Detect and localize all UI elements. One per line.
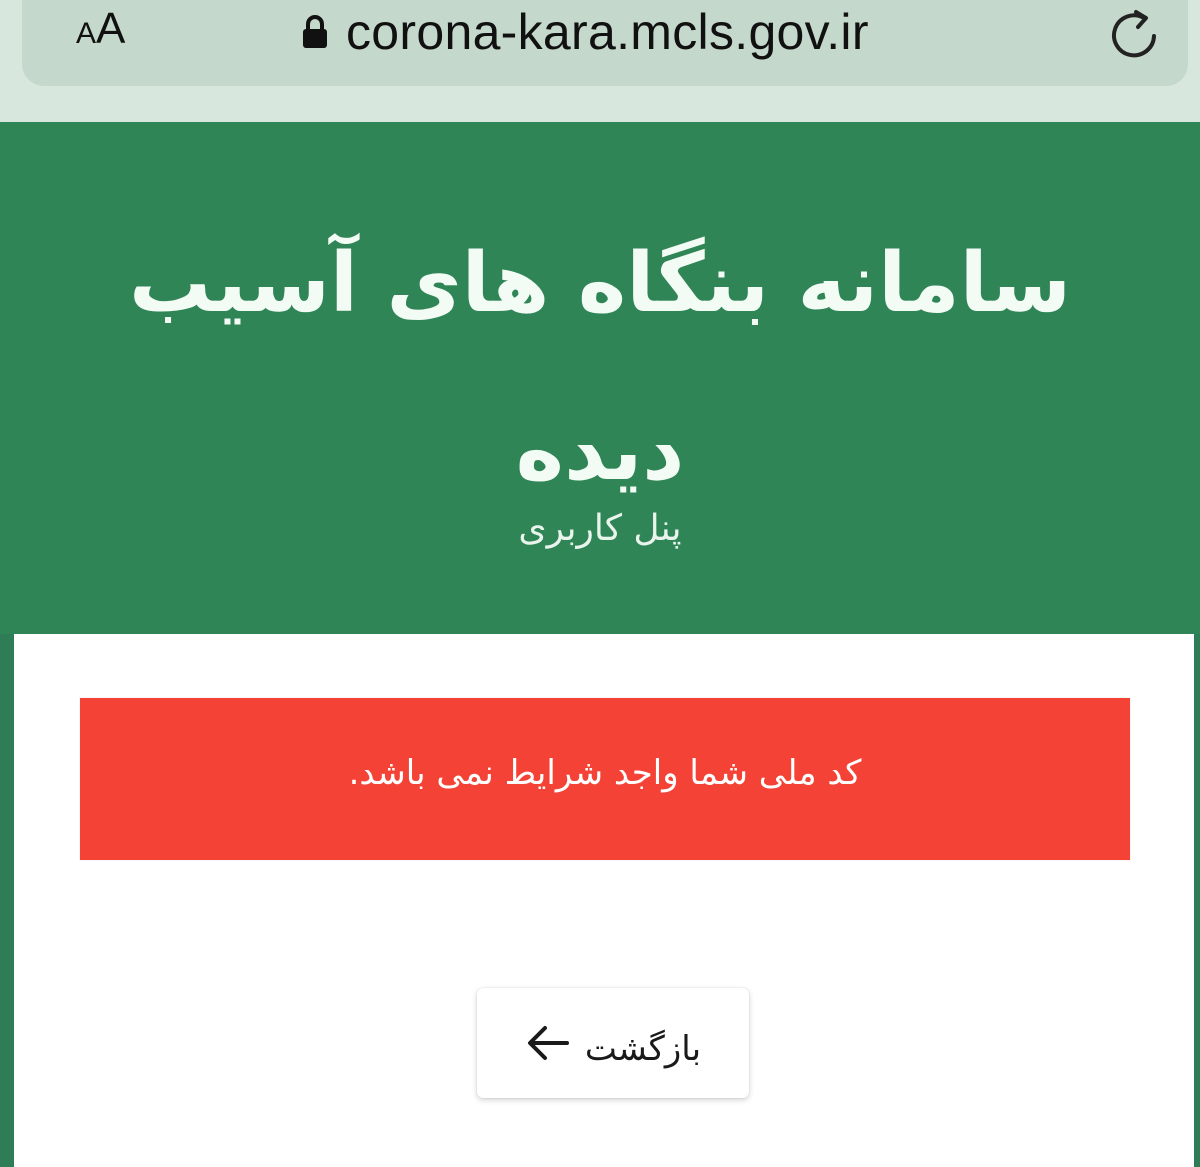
address-bar[interactable]: A A corona-kara.mcls.gov.ir <box>22 0 1188 86</box>
error-alert: کد ملی شما واجد شرایط نمی باشد. <box>80 698 1130 860</box>
text-size-button[interactable]: A A <box>76 4 125 60</box>
content-panel: کد ملی شما واجد شرایط نمی باشد. بازگشت <box>14 634 1194 1167</box>
url-display[interactable]: corona-kara.mcls.gov.ir <box>300 0 869 64</box>
site-header: سامانه بنگاه های آسیب دیده پنل کاربری <box>0 122 1200 634</box>
error-message: کد ملی شما واجد شرایط نمی باشد. <box>348 753 862 793</box>
arrow-left-icon <box>527 1026 569 1060</box>
text-size-small-glyph: A <box>76 17 97 50</box>
lock-icon <box>303 15 327 48</box>
reload-icon[interactable] <box>1106 6 1162 62</box>
text-size-large-glyph: A <box>96 4 126 53</box>
site-subtitle: پنل کاربری <box>518 508 682 549</box>
site-title: سامانه بنگاه های آسیب دیده <box>128 236 1072 499</box>
back-button-label: بازگشت <box>584 1029 702 1069</box>
url-text: corona-kara.mcls.gov.ir <box>346 4 869 60</box>
back-button[interactable]: بازگشت <box>477 988 749 1098</box>
browser-chrome: A A corona-kara.mcls.gov.ir <box>0 0 1200 122</box>
